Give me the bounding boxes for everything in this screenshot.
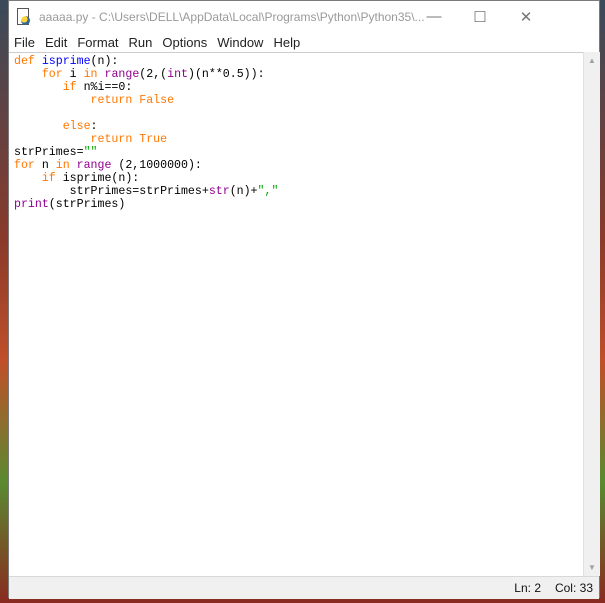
minimize-button[interactable]: — (411, 1, 457, 32)
menu-run[interactable]: Run (124, 35, 158, 50)
code-token: str (208, 185, 230, 198)
code-line: return False (14, 94, 278, 107)
menu-file[interactable]: File (9, 35, 40, 50)
code-line: strPrimes=strPrimes+str(n)+"," (14, 185, 279, 198)
menu-edit[interactable]: Edit (40, 35, 72, 50)
code-token: "," (257, 185, 279, 198)
code-token: range (76, 159, 112, 172)
code-token: print (14, 198, 49, 211)
code-token: "" (83, 146, 98, 159)
status-bar: Ln: 2 Col: 33 (9, 576, 599, 599)
code-token: in (55, 159, 70, 172)
python-file-icon (15, 7, 33, 26)
code-token: : (90, 120, 98, 133)
code-token: (2,( (139, 68, 168, 81)
code-token: strPrimes= (14, 146, 84, 159)
code-line: if isprime(n): (14, 172, 278, 185)
title-bar: aaaaa.py - C:\Users\DELL\AppData\Local\P… (9, 1, 599, 32)
code-token: n (34, 159, 56, 172)
code-token: if (62, 81, 77, 94)
code-line: def isprime(n): (14, 55, 278, 68)
code-token: for (41, 68, 63, 81)
menu-format[interactable]: Format (72, 35, 123, 50)
code-token: int (167, 68, 188, 81)
code-token: (2,1000000): (111, 159, 202, 172)
code-editor[interactable]: def isprime(n): for i in range(2,(int)(n… (9, 52, 583, 577)
code-token: return (90, 94, 133, 107)
menu-window[interactable]: Window (212, 35, 268, 50)
code-token: )(n**0.5)): (188, 68, 265, 81)
code-token: for (14, 159, 35, 172)
code-token: def (14, 55, 35, 68)
code-line: if n%i==0: (14, 81, 278, 94)
code-token: isprime (41, 55, 91, 68)
code-line: for n in range (2,1000000): (14, 159, 278, 172)
code-token: (strPrimes) (48, 198, 126, 211)
code-token: strPrimes=strPrimes+ (14, 185, 209, 198)
code-token: return (90, 133, 133, 146)
code-line: return True (14, 133, 278, 146)
code-token: (n)+ (229, 185, 258, 198)
code-token: True (139, 133, 168, 146)
menu-bar: File Edit Format Run Options Window Help (9, 32, 599, 52)
line-number: Ln: 2 (514, 581, 541, 595)
code-token: isprime(n): (55, 172, 140, 185)
column-number: Col: 33 (554, 581, 593, 595)
idle-editor-window: aaaaa.py - C:\Users\DELL\AppData\Local\P… (8, 0, 600, 599)
menu-help[interactable]: Help (268, 35, 305, 50)
window-title: aaaaa.py - C:\Users\DELL\AppData\Local\P… (39, 9, 425, 24)
maximize-button[interactable]: ☐ (457, 1, 503, 32)
scroll-up-icon[interactable]: ▲ (584, 52, 600, 69)
menu-options[interactable]: Options (157, 35, 212, 50)
code-token: range (104, 68, 140, 81)
close-button[interactable]: ✕ (503, 1, 549, 32)
code-token: if (41, 172, 56, 185)
code-line: strPrimes="" (14, 146, 278, 159)
scroll-down-icon[interactable]: ▼ (584, 559, 600, 576)
code-token: i (62, 68, 84, 81)
code-token: False (139, 94, 175, 107)
code-line: print(strPrimes) (14, 198, 278, 211)
code-token: n%i==0: (76, 81, 133, 94)
code-line: else: (14, 120, 278, 133)
vertical-scrollbar[interactable]: ▲ ▼ (583, 52, 600, 576)
code-token: else (62, 120, 91, 133)
code-token: (n): (90, 55, 119, 68)
code-text[interactable]: def isprime(n): for i in range(2,(int)(n… (14, 55, 278, 211)
code-token: in (83, 68, 98, 81)
code-line: for i in range(2,(int)(n**0.5)): (14, 68, 278, 81)
